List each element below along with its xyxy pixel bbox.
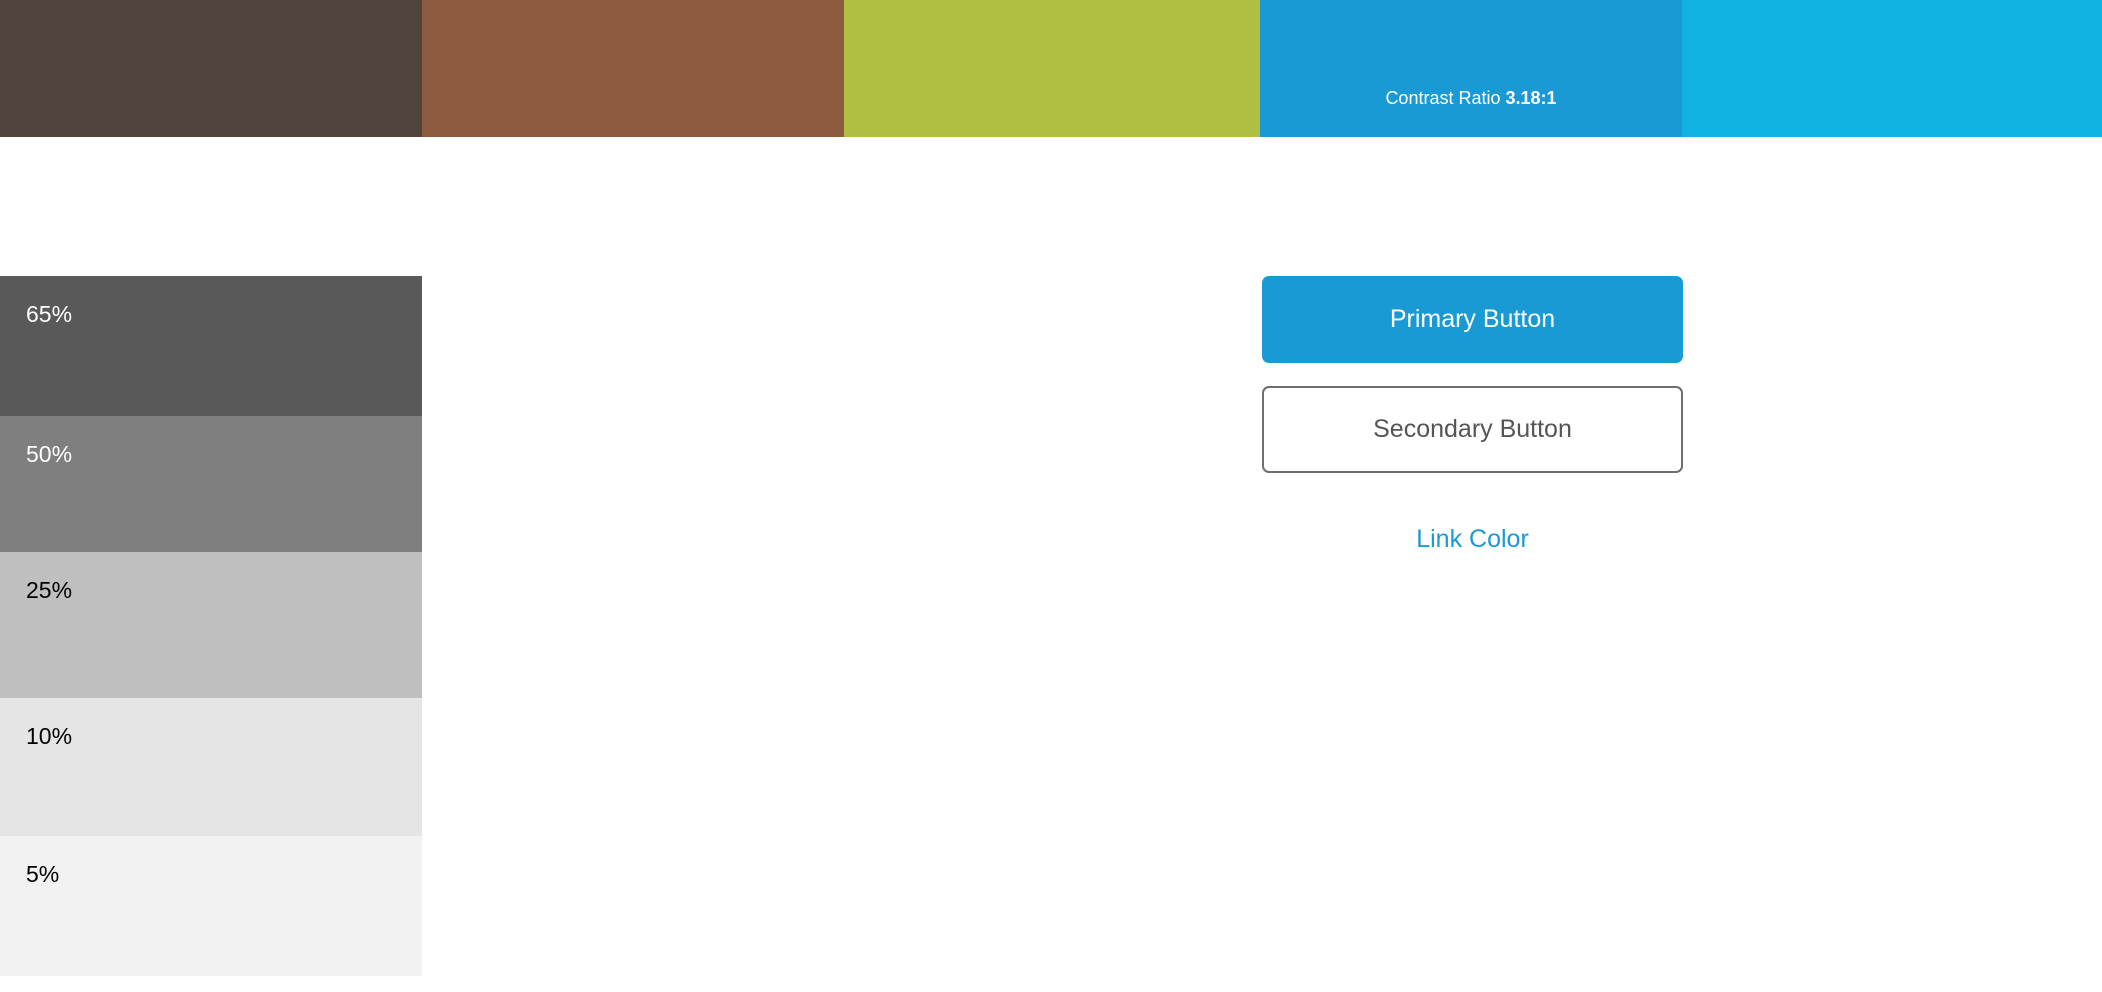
swatch-dark-brown [0,0,422,137]
shade-65: 65% [0,276,422,416]
secondary-button[interactable]: Secondary Button [1262,386,1683,473]
shade-25: 25% [0,552,422,698]
swatch-cyan [1682,0,2102,137]
shade-label: 5% [26,861,60,887]
swatch-blue: Contrast Ratio 3.18:1 [1260,0,1682,137]
contrast-ratio-label: Contrast Ratio 3.18:1 [1260,86,1682,110]
shade-label: 65% [26,301,73,327]
shade-10: 10% [0,698,422,836]
swatch-brown [422,0,844,137]
contrast-ratio-prefix: Contrast Ratio [1385,88,1506,108]
primary-button[interactable]: Primary Button [1262,276,1683,363]
contrast-ratio-value: 3.18:1 [1505,88,1557,108]
shade-5: 5% [0,836,422,976]
shade-50: 50% [0,416,422,552]
swatch-lime [844,0,1260,137]
shade-label: 10% [26,723,73,749]
color-palette: Contrast Ratio 3.18:1 [0,0,2102,137]
shade-label: 50% [26,441,73,467]
shade-label: 25% [26,577,73,603]
link-color-link[interactable]: Link Color [1262,522,1683,556]
